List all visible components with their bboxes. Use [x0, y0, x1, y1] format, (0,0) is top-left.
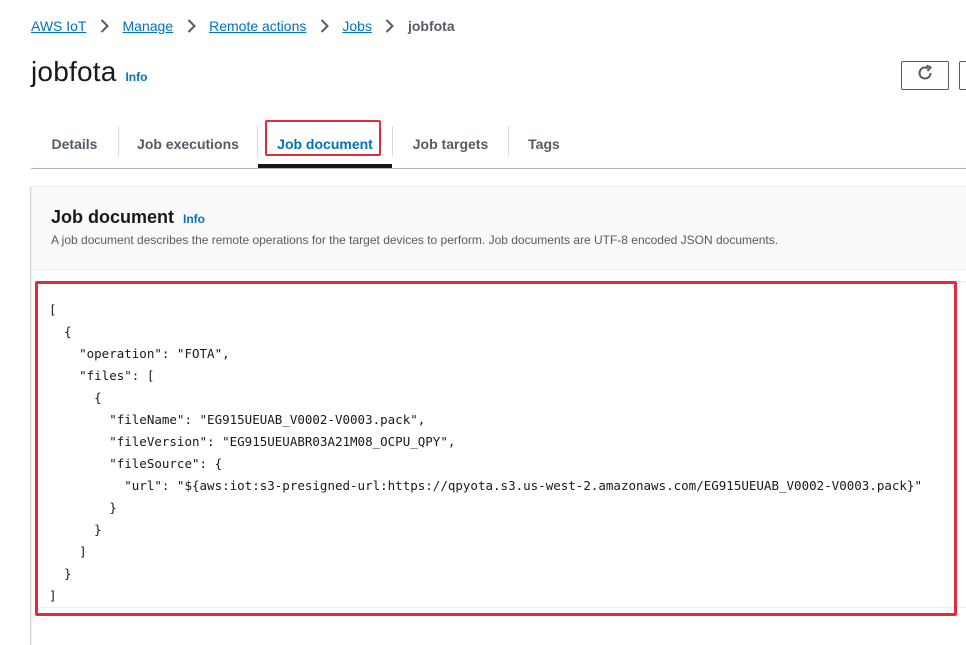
- tab-job-executions[interactable]: Job executions: [119, 120, 257, 167]
- breadcrumb-current: jobfota: [407, 18, 455, 34]
- actions-button[interactable]: [959, 61, 966, 90]
- breadcrumb-remote-actions[interactable]: Remote actions: [209, 18, 306, 34]
- page: AWS IoT Manage Remote actions Jobs jobfo…: [0, 0, 966, 645]
- job-document-panel: Job document Info A job document describ…: [31, 186, 966, 645]
- breadcrumb: AWS IoT Manage Remote actions Jobs jobfo…: [31, 16, 455, 36]
- tab-highlight-annotation: [265, 120, 381, 156]
- code-highlight-annotation: [35, 281, 957, 616]
- breadcrumb-manage[interactable]: Manage: [123, 18, 174, 34]
- section-title-row: Job document Info: [51, 207, 205, 228]
- breadcrumb-jobs[interactable]: Jobs: [342, 18, 372, 34]
- section-description: A job document describes the remote oper…: [51, 233, 779, 247]
- tab-bar: Details Job executions Job document Job …: [31, 120, 966, 169]
- page-header: jobfota Info: [31, 56, 147, 88]
- refresh-icon: [916, 64, 934, 87]
- chevron-right-icon: [383, 19, 397, 33]
- tab-job-targets[interactable]: Job targets: [393, 120, 508, 167]
- refresh-button[interactable]: [901, 61, 949, 90]
- tab-details[interactable]: Details: [31, 120, 118, 167]
- chevron-right-icon: [98, 19, 112, 33]
- chevron-right-icon: [317, 19, 331, 33]
- panel-header: Job document Info A job document describ…: [32, 187, 966, 270]
- info-link[interactable]: Info: [125, 70, 147, 84]
- active-tab-indicator: [258, 164, 392, 168]
- tab-tags[interactable]: Tags: [509, 120, 579, 167]
- section-title: Job document: [51, 207, 175, 227]
- page-title: jobfota: [31, 56, 117, 87]
- breadcrumb-aws-iot[interactable]: AWS IoT: [31, 18, 87, 34]
- section-info-link[interactable]: Info: [183, 212, 205, 226]
- chevron-right-icon: [184, 19, 198, 33]
